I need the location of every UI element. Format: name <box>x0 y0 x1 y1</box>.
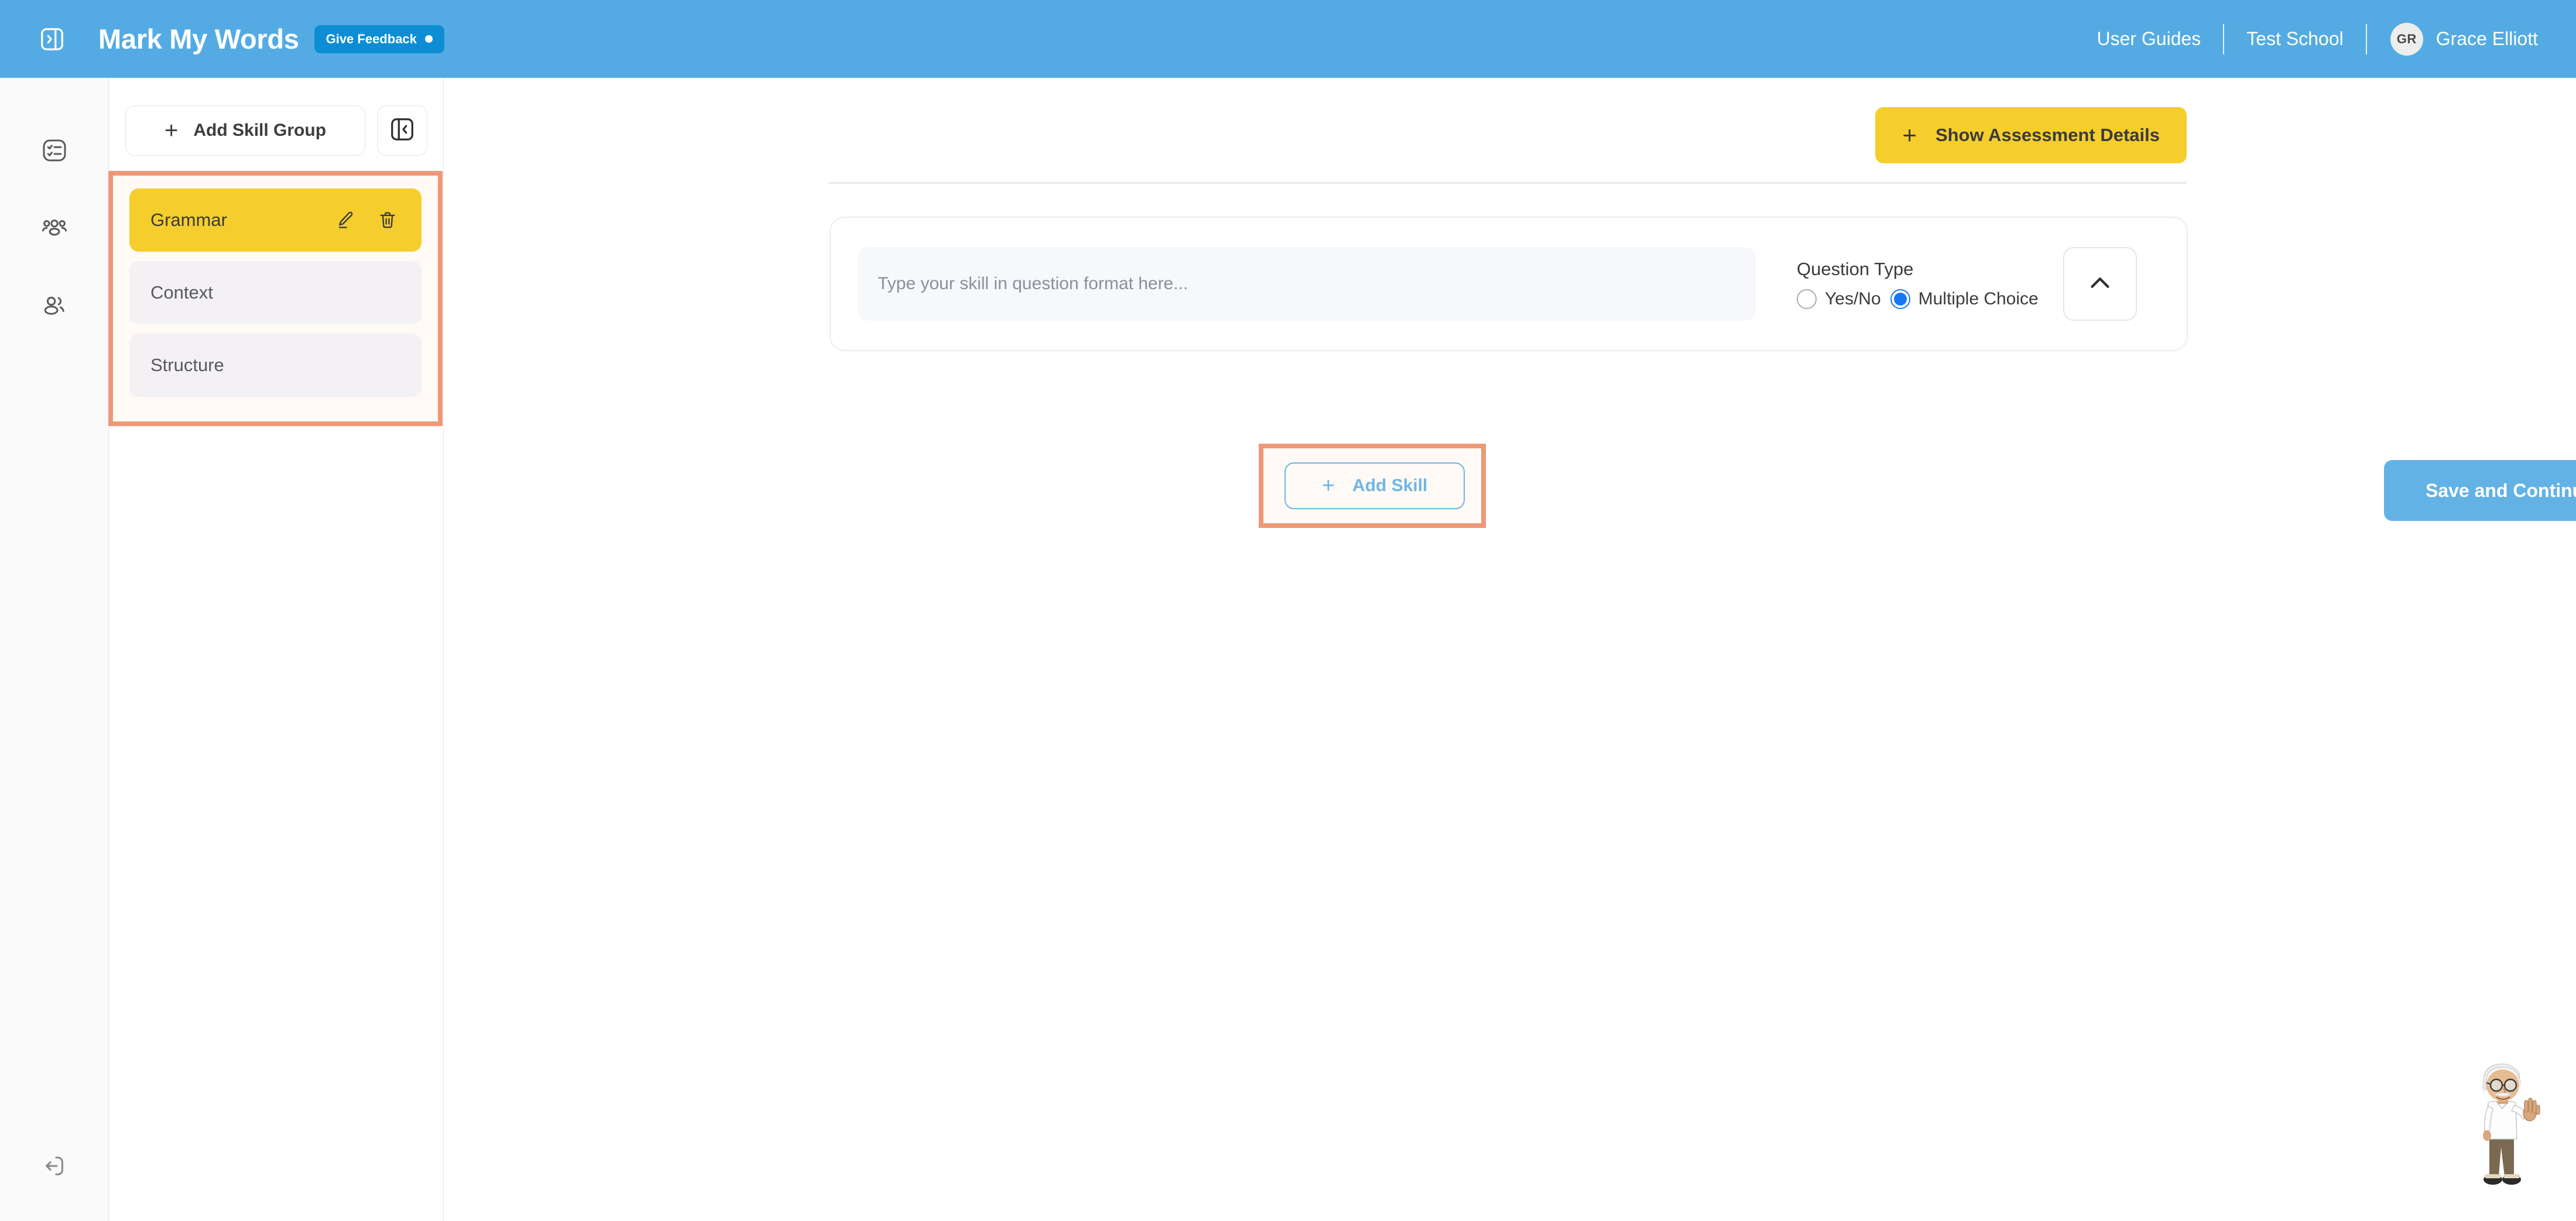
trash-icon[interactable] <box>375 207 400 233</box>
icon-rail <box>0 78 109 1221</box>
header-nav: User Guides Test School GR Grace Elliott <box>2074 0 2538 78</box>
user-guides-link[interactable]: User Guides <box>2074 28 2223 50</box>
app-title: Mark My Words <box>98 23 299 54</box>
add-skill-highlight: + Add Skill <box>1259 444 1486 528</box>
skill-question-input[interactable] <box>858 247 1756 321</box>
sidebar-item-assessments[interactable] <box>32 129 77 174</box>
skill-group-item-structure[interactable]: Structure <box>129 334 422 397</box>
skill-group-actions <box>333 207 400 233</box>
radio-multiple-choice-label: Multiple Choice <box>1918 289 2039 308</box>
add-skill-button[interactable]: + Add Skill <box>1284 462 1465 509</box>
user-name: Grace Elliott <box>2435 28 2538 49</box>
show-assessment-details-label: Show Assessment Details <box>1935 125 2160 145</box>
app-header: Mark My Words Give Feedback User Guides … <box>0 0 2576 78</box>
content-divider <box>828 182 2187 184</box>
panel-collapse-icon <box>389 116 416 146</box>
give-feedback-label: Give Feedback <box>326 31 417 46</box>
avatar: GR <box>2390 22 2423 56</box>
question-type-options: Yes/No Multiple Choice <box>1797 289 2039 309</box>
plus-icon: + <box>164 118 179 143</box>
skill-group-item-grammar[interactable]: Grammar <box>129 188 422 252</box>
radio-yes-no[interactable]: Yes/No <box>1797 289 1881 309</box>
logout-icon <box>41 1153 68 1182</box>
show-assessment-details-button[interactable]: + Show Assessment Details <box>1875 107 2187 163</box>
save-and-continue-button[interactable]: Save and Continue <box>2384 460 2576 521</box>
school-name-link[interactable]: Test School <box>2224 28 2365 50</box>
people-icon <box>40 291 68 323</box>
add-skill-group-button[interactable]: + Add Skill Group <box>125 105 365 156</box>
chevron-up-icon <box>2084 267 2116 301</box>
give-feedback-badge[interactable]: Give Feedback <box>314 25 444 53</box>
radio-multiple-choice[interactable]: Multiple Choice <box>1890 289 2039 309</box>
skill-group-name: Structure <box>150 355 224 375</box>
radio-yes-no-label: Yes/No <box>1825 289 1881 308</box>
sidebar-expand-icon[interactable] <box>35 22 69 56</box>
checklist-icon <box>40 136 68 167</box>
skill-group-name: Grammar <box>150 210 227 230</box>
notification-dot-icon <box>424 35 433 43</box>
question-type-label: Question Type <box>1797 259 1914 279</box>
radio-icon[interactable] <box>1797 289 1817 309</box>
user-menu[interactable]: GR Grace Elliott <box>2367 22 2538 56</box>
add-skill-group-label: Add Skill Group <box>193 121 327 140</box>
logout-button[interactable] <box>32 1145 77 1189</box>
skill-group-item-context[interactable]: Context <box>129 261 422 324</box>
add-skill-label: Add Skill <box>1352 476 1428 495</box>
plus-icon: + <box>1902 121 1917 149</box>
question-type-group: Question Type Yes/No Multiple Choice <box>1797 259 2039 309</box>
panel-collapse-button[interactable] <box>377 105 427 156</box>
professor-mascot-icon <box>2459 1059 2547 1194</box>
skill-group-name: Context <box>150 282 213 303</box>
pencil-icon[interactable] <box>333 207 358 233</box>
sidebar-item-classes[interactable] <box>32 207 77 251</box>
skill-row-card: Question Type Yes/No Multiple Choice <box>830 217 2188 351</box>
skill-panel-toolbar: + Add Skill Group <box>109 105 444 156</box>
plus-icon: + <box>1321 474 1335 498</box>
collapse-skill-card-button[interactable] <box>2063 247 2137 321</box>
skill-group-list-highlight: Grammar Context Structure <box>108 171 443 426</box>
main-content: + Show Assessment Details Question Type … <box>444 78 2576 1221</box>
sidebar-item-students[interactable] <box>32 284 77 329</box>
radio-icon[interactable] <box>1890 289 1910 309</box>
skill-group-list: Grammar Context Structure <box>113 176 438 421</box>
users-group-icon <box>40 214 68 245</box>
